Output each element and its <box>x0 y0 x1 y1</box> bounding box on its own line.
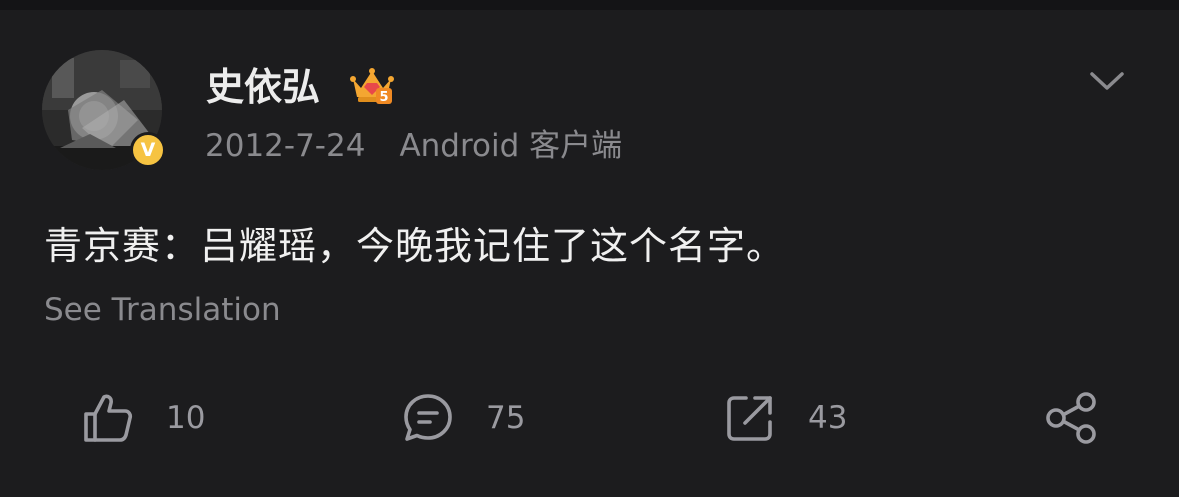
post-meta: 2012-7-24 Android 客户端 <box>205 124 622 168</box>
post-body-text: 青京赛：吕耀瑶，今晚我记住了这个名字。 <box>44 224 786 268</box>
repost-button[interactable]: 43 <box>722 390 847 446</box>
share-icon <box>1046 392 1096 444</box>
verified-badge-letter: V <box>140 138 156 161</box>
comment-button[interactable]: 75 <box>400 390 525 446</box>
repost-icon <box>727 396 772 441</box>
top-divider <box>0 0 1179 10</box>
post-source: Android 客户端 <box>399 128 623 164</box>
author-name[interactable]: 史依弘 <box>206 62 320 112</box>
share-button[interactable] <box>1044 390 1100 446</box>
verified-badge-icon: V <box>130 132 166 168</box>
author-avatar-container[interactable]: V <box>42 50 166 170</box>
like-count: 10 <box>166 400 206 436</box>
thumbs-up-icon <box>84 394 133 442</box>
repost-count: 43 <box>808 400 848 436</box>
see-translation-link[interactable]: See Translation <box>44 286 281 334</box>
chevron-down-icon[interactable] <box>1088 66 1126 96</box>
crown-level-icon[interactable]: 5 <box>350 66 394 106</box>
like-button[interactable]: 10 <box>80 390 205 446</box>
comment-count: 75 <box>486 400 526 436</box>
svg-text:5: 5 <box>379 90 388 105</box>
post-timestamp: 2012-7-24 <box>205 128 366 164</box>
comment-bubble-icon <box>404 394 452 441</box>
